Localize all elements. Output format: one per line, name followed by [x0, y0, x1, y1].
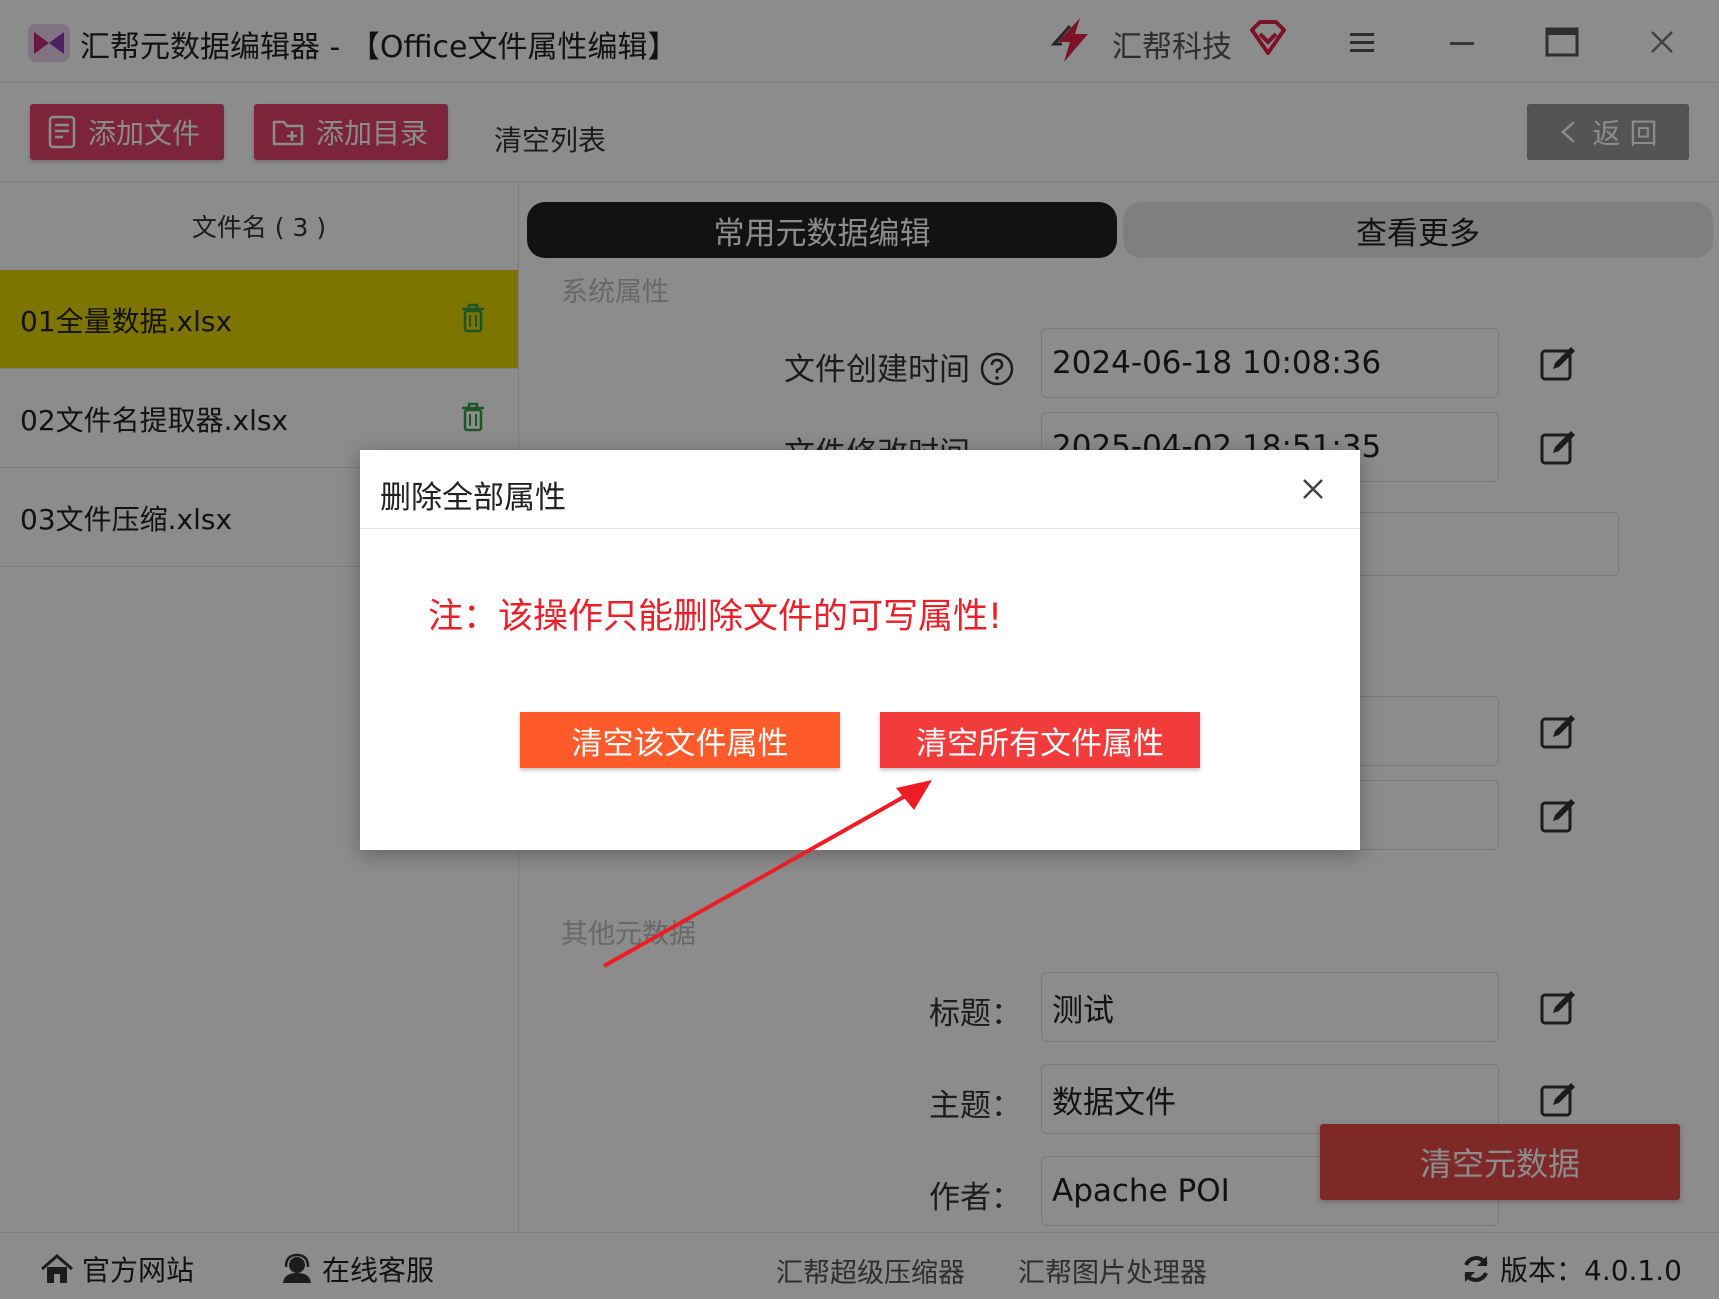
close-icon[interactable] [1296, 472, 1330, 506]
annotation-arrow-icon [603, 780, 932, 968]
dialog-title: 删除全部属性 [380, 480, 566, 516]
clear-all-file-properties-button[interactable]: 清空所有文件属性 [880, 712, 1200, 768]
clear-this-file-properties-button[interactable]: 清空该文件属性 [520, 712, 840, 768]
dialog-warning-note: 注：该操作只能删除文件的可写属性! [428, 597, 1003, 637]
dialog-header: 删除全部属性 [360, 450, 1360, 529]
app-window: 汇帮元数据编辑器 - 【Office文件属性编辑】 汇帮科技 添加文件 添加目录… [0, 0, 1719, 1300]
